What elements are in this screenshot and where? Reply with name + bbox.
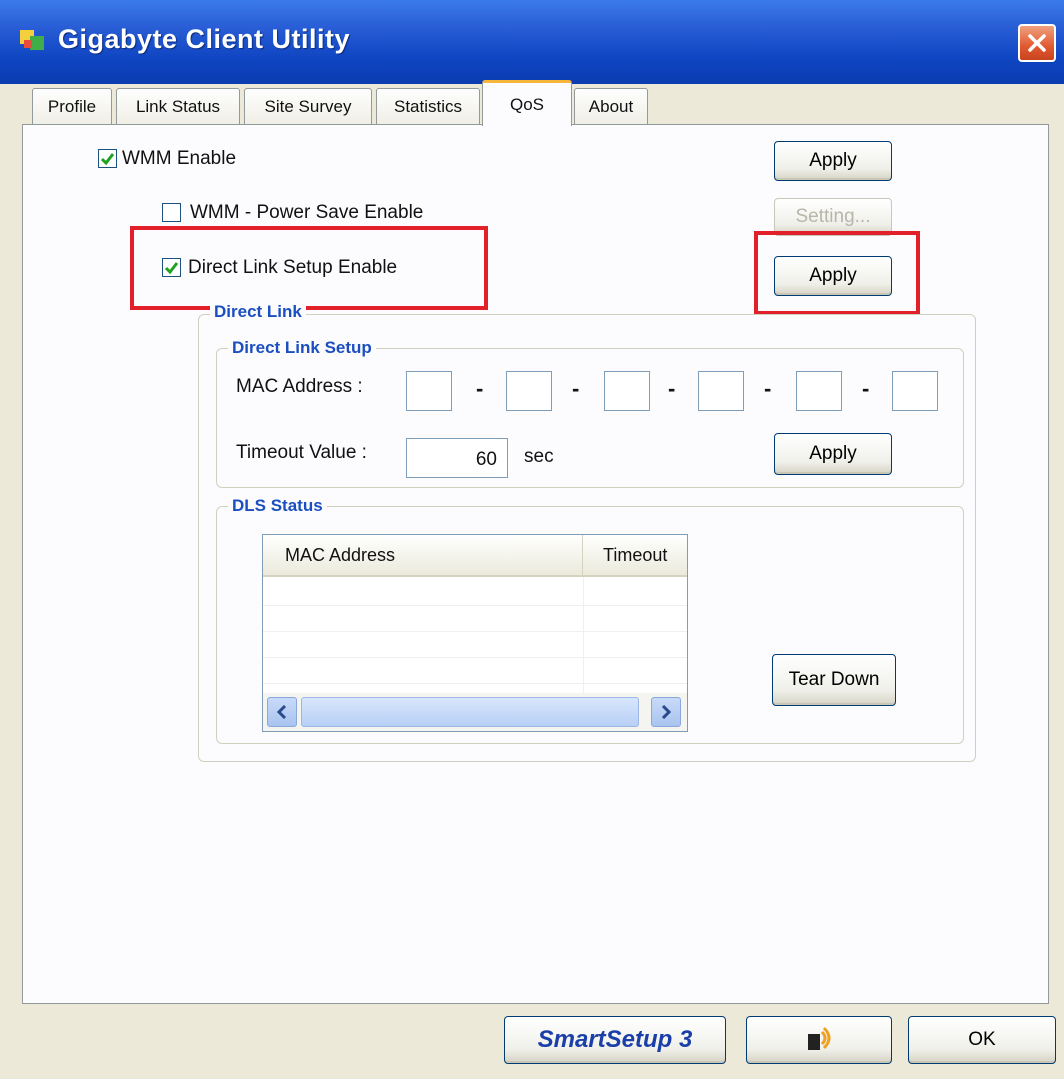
- apply-wmm-button[interactable]: Apply: [774, 141, 892, 181]
- tab-about[interactable]: About: [574, 88, 648, 124]
- tab-link-status[interactable]: Link Status: [116, 88, 240, 124]
- highlight-box-dls-apply: [754, 231, 920, 315]
- mac-separator: -: [862, 376, 870, 401]
- mac-octet-4-input[interactable]: [698, 371, 744, 411]
- wmm-power-save-checkbox[interactable]: [162, 203, 181, 222]
- timeout-unit-label: sec: [524, 446, 554, 467]
- mac-separator: -: [572, 376, 580, 401]
- direct-link-setup-group-label: Direct Link Setup: [228, 338, 376, 358]
- row-divider: [263, 631, 687, 632]
- column-header-timeout[interactable]: Timeout: [583, 535, 687, 577]
- app-window: Gigabyte Client Utility Profile Link Sta…: [0, 0, 1064, 1079]
- mac-octet-2-input[interactable]: [506, 371, 552, 411]
- tab-statistics[interactable]: Statistics: [376, 88, 480, 124]
- chevron-right-icon: [661, 705, 672, 719]
- tear-down-button[interactable]: Tear Down: [772, 654, 896, 706]
- close-icon: [1028, 34, 1046, 52]
- dls-status-list[interactable]: MAC Address Timeout: [262, 534, 688, 732]
- dls-status-group-label: DLS Status: [228, 496, 327, 516]
- wmm-power-save-label: WMM - Power Save Enable: [190, 202, 424, 223]
- scroll-left-button[interactable]: [267, 697, 297, 727]
- tab-qos[interactable]: QoS: [482, 80, 572, 126]
- mac-octet-5-input[interactable]: [796, 371, 842, 411]
- mac-address-label: MAC Address :: [236, 376, 363, 397]
- title-bar[interactable]: Gigabyte Client Utility: [0, 0, 1064, 84]
- highlight-box-dls-checkbox: [130, 226, 488, 310]
- column-divider: [583, 577, 584, 693]
- wps-icon: [808, 1026, 831, 1050]
- apply-dls-setup-button[interactable]: Apply: [774, 433, 892, 475]
- wmm-enable-label: WMM Enable: [122, 148, 237, 169]
- tab-profile[interactable]: Profile: [32, 88, 112, 124]
- mac-separator: -: [476, 376, 484, 401]
- check-icon: [100, 153, 115, 166]
- mac-octet-1-input[interactable]: [406, 371, 452, 411]
- ok-button[interactable]: OK: [908, 1016, 1056, 1064]
- gigabyte-logo-icon: [18, 26, 48, 56]
- smartsetup-button[interactable]: SmartSetup 3: [504, 1016, 726, 1064]
- column-header-mac-address[interactable]: MAC Address: [263, 535, 583, 577]
- timeout-value-label: Timeout Value :: [236, 442, 367, 463]
- row-divider: [263, 657, 687, 658]
- close-button[interactable]: [1018, 24, 1056, 62]
- mac-separator: -: [764, 376, 772, 401]
- row-divider: [263, 605, 687, 606]
- direct-link-group-label: Direct Link: [210, 302, 306, 322]
- wps-button[interactable]: [746, 1016, 892, 1064]
- wmm-enable-checkbox[interactable]: [98, 149, 117, 168]
- mac-octet-3-input[interactable]: [604, 371, 650, 411]
- chevron-left-icon: [276, 705, 287, 719]
- scroll-right-button[interactable]: [651, 697, 681, 727]
- mac-separator: -: [668, 376, 676, 401]
- tab-site-survey[interactable]: Site Survey: [244, 88, 372, 124]
- scroll-thumb[interactable]: [301, 697, 639, 727]
- window-title: Gigabyte Client Utility: [58, 24, 351, 54]
- row-divider: [263, 683, 687, 684]
- timeout-value-input[interactable]: 60: [406, 438, 508, 478]
- horizontal-scrollbar[interactable]: [263, 693, 687, 731]
- mac-octet-6-input[interactable]: [892, 371, 938, 411]
